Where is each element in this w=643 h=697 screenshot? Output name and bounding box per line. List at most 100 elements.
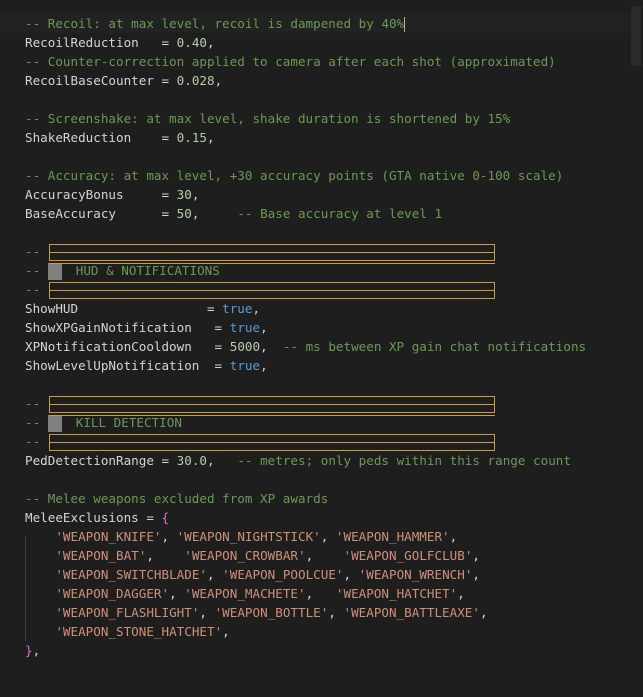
assign: = xyxy=(78,301,223,316)
code-line-4[interactable]: RecoilBaseCounter = 0.028, xyxy=(25,71,222,90)
string: 'WEAPON_KNIFE' xyxy=(55,529,162,544)
code-line-14[interactable]: ShowHUD = true, xyxy=(25,299,260,318)
scrollbar-thumb[interactable] xyxy=(631,6,641,66)
comma: , xyxy=(260,339,283,354)
text-cursor xyxy=(404,17,406,32)
comment-dash: -- xyxy=(25,434,41,449)
banner-top-box xyxy=(49,396,495,413)
comment-dash: -- xyxy=(25,396,41,411)
comma: , xyxy=(260,358,268,373)
assign: = xyxy=(191,339,230,354)
string: 'WEAPON_SWITCHBLADE' xyxy=(55,567,207,582)
assign: = xyxy=(131,130,177,145)
assign: = xyxy=(153,73,177,88)
banner-mid-line xyxy=(49,415,495,416)
code-editor[interactable]: -- Recoil: at max level, recoil is dampe… xyxy=(0,0,643,697)
code-line-28[interactable]: 'WEAPON_SWITCHBLADE', 'WEAPON_POOLCUE', … xyxy=(25,565,480,584)
banner-dash: -- xyxy=(25,242,40,261)
comma: , xyxy=(191,206,238,221)
comment: -- Recoil: at max level, recoil is dampe… xyxy=(25,16,405,31)
key: RecoilBaseCounter xyxy=(25,73,154,88)
code-line-11[interactable]: BaseAccuracy = 50, -- Base accuracy at l… xyxy=(25,204,442,223)
code-line-6[interactable]: -- Screenshake: at max level, shake dura… xyxy=(25,109,510,128)
key: MeleeExclusions xyxy=(25,510,139,525)
comment: -- Counter-correction applied to camera … xyxy=(25,54,556,69)
assign: = xyxy=(153,453,177,468)
code-line-16[interactable]: XPNotificationCooldown = 5000, -- ms bet… xyxy=(25,337,586,356)
string: 'WEAPON_BOTTLE' xyxy=(214,605,329,620)
code-line-31[interactable]: 'WEAPON_STONE_HATCHET', xyxy=(25,622,229,641)
key: ShowHUD xyxy=(25,301,79,316)
code-line-30[interactable]: 'WEAPON_FLASHLIGHT', 'WEAPON_BOTTLE', 'W… xyxy=(25,603,487,622)
string: 'WEAPON_HAMMER' xyxy=(335,529,450,544)
comment: -- Screenshake: at max level, shake dura… xyxy=(25,111,511,126)
code-line-2[interactable]: RecoilReduction = 0.40, xyxy=(25,33,215,52)
code-line-25[interactable]: MeleeExclusions = { xyxy=(25,508,169,527)
value: 0.40 xyxy=(176,35,207,50)
code-line-26[interactable]: 'WEAPON_KNIFE', 'WEAPON_NIGHTSTICK', 'WE… xyxy=(25,527,457,546)
assign: = xyxy=(123,187,177,202)
value: 30 xyxy=(176,187,192,202)
code-line-24[interactable]: -- Melee weapons excluded from XP awards xyxy=(25,489,328,508)
assign: = xyxy=(138,35,177,50)
comma: , xyxy=(207,35,215,50)
code-line-32[interactable]: }, xyxy=(25,641,40,660)
comment: -- Melee weapons excluded from XP awards xyxy=(25,491,329,506)
string: 'WEAPON_WRENCH' xyxy=(358,567,473,582)
comment: -- Accuracy: at max level, +30 accuracy … xyxy=(25,168,564,183)
code-line-27[interactable]: 'WEAPON_BAT', 'WEAPON_CROWBAR', 'WEAPON_… xyxy=(25,546,480,565)
string: 'WEAPON_HATCHET' xyxy=(335,586,458,601)
code-line-22[interactable]: PedDetectionRange = 30.0, -- metres; onl… xyxy=(25,451,571,470)
banner-dash: -- xyxy=(25,394,40,413)
string: 'WEAPON_MACHETE' xyxy=(184,586,306,601)
comma: , xyxy=(214,73,223,88)
value: 50 xyxy=(176,206,192,221)
comment-dash: -- xyxy=(25,415,41,430)
string: 'WEAPON_CROWBAR' xyxy=(184,548,306,563)
value: 0.028 xyxy=(176,73,215,88)
comment: -- metres; only peds within this range c… xyxy=(237,453,571,468)
string: 'WEAPON_STONE_HATCHET' xyxy=(55,624,223,639)
value: true xyxy=(229,358,261,373)
value: 0.15 xyxy=(176,130,207,145)
code-line-15[interactable]: ShowXPGainNotification = true, xyxy=(25,318,268,337)
assign: = xyxy=(191,320,230,335)
comment: -- Base accuracy at level 1 xyxy=(237,206,443,221)
comma: , xyxy=(207,130,215,145)
key: XPNotificationCooldown xyxy=(25,339,192,354)
string: 'WEAPON_DAGGER' xyxy=(55,586,170,601)
key: ShowLevelUpNotification xyxy=(25,358,200,373)
code-line-10[interactable]: AccuracyBonus = 30, xyxy=(25,185,199,204)
key: BaseAccuracy xyxy=(25,206,116,221)
open-brace: { xyxy=(161,510,170,525)
string: 'WEAPON_FLASHLIGHT' xyxy=(55,605,200,620)
string: 'WEAPON_NIGHTSTICK' xyxy=(176,529,321,544)
banner-bottom-box xyxy=(49,434,495,451)
comment-dash: -- xyxy=(25,244,41,259)
code-line-3[interactable]: -- Counter-correction applied to camera … xyxy=(25,52,556,71)
string: 'WEAPON_BATTLEAXE' xyxy=(343,605,480,620)
value: 30.0 xyxy=(176,453,207,468)
section-title-hud: HUD & NOTIFICATIONS xyxy=(75,263,220,278)
section-title-kill: KILL DETECTION xyxy=(75,415,182,430)
comma: , xyxy=(207,453,238,468)
string: 'WEAPON_BAT' xyxy=(55,548,147,563)
banner-mid-line xyxy=(49,263,495,264)
value: true xyxy=(222,301,253,316)
code-line-17[interactable]: ShowLevelUpNotification = true, xyxy=(25,356,268,375)
assign: = xyxy=(138,510,162,525)
code-line-7[interactable]: ShakeReduction = 0.15, xyxy=(25,128,215,147)
value: 5000 xyxy=(229,339,261,354)
code-line-29[interactable]: 'WEAPON_DAGGER', 'WEAPON_MACHETE', 'WEAP… xyxy=(25,584,465,603)
code-line-1[interactable]: -- Recoil: at max level, recoil is dampe… xyxy=(0,14,630,33)
code-line-9[interactable]: -- Accuracy: at max level, +30 accuracy … xyxy=(25,166,563,185)
comment-dash: -- xyxy=(25,263,41,278)
vertical-scrollbar[interactable] xyxy=(629,0,643,697)
key: ShowXPGainNotification xyxy=(25,320,192,335)
key: AccuracyBonus xyxy=(25,187,124,202)
key: RecoilReduction xyxy=(25,35,139,50)
color-chip-icon xyxy=(47,415,62,432)
banner-top-box xyxy=(49,244,495,261)
banner-dash: -- xyxy=(25,432,40,451)
string: 'WEAPON_GOLFCLUB' xyxy=(343,548,473,563)
